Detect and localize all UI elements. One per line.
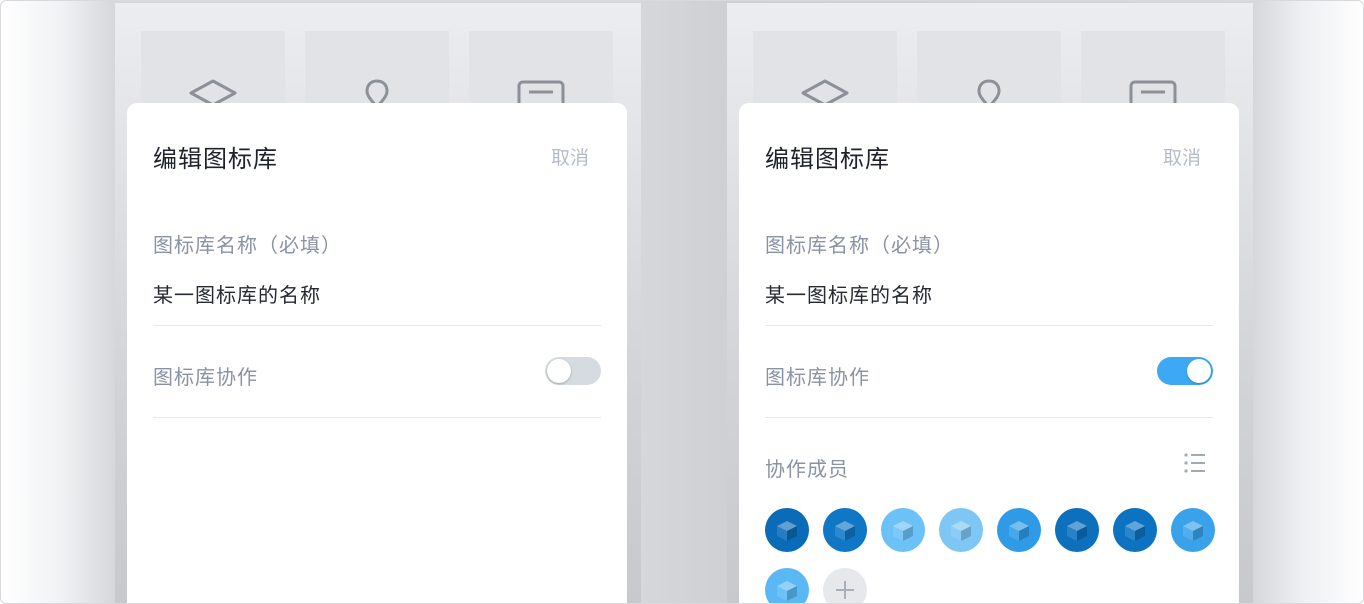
cube-icon: [1009, 521, 1029, 541]
members-label: 协作成员: [765, 457, 849, 481]
cube-icon: [1183, 521, 1203, 541]
toggle-knob: [1187, 359, 1211, 383]
sheet-title: 编辑图标库: [765, 145, 890, 173]
phone-screen-collab-off: 编辑图标库 取消 图标库名称（必填） 某一图标库的名称 图标库协作: [115, 3, 641, 603]
cube-icon: [951, 521, 971, 541]
cube-icon: [777, 581, 797, 601]
cube-icon: [893, 521, 913, 541]
phone-screen-collab-on: 编辑图标库 取消 图标库名称（必填） 某一图标库的名称 图标库协作 协作成员: [727, 3, 1253, 603]
collaboration-toggle[interactable]: [545, 357, 601, 385]
member-avatar[interactable]: [823, 508, 867, 552]
collaboration-toggle[interactable]: [1157, 357, 1213, 385]
cancel-button[interactable]: 取消: [1163, 143, 1201, 170]
member-avatar[interactable]: [1055, 508, 1099, 552]
library-name-label: 图标库名称（必填）: [153, 233, 342, 257]
cancel-button[interactable]: 取消: [551, 143, 589, 170]
edit-library-sheet: 编辑图标库 取消 图标库名称（必填） 某一图标库的名称 图标库协作 协作成员: [739, 103, 1239, 603]
toggle-knob: [547, 359, 571, 383]
member-avatar[interactable]: [881, 508, 925, 552]
divider: [765, 417, 1213, 418]
member-avatar[interactable]: [765, 568, 809, 603]
list-icon[interactable]: [1183, 451, 1207, 475]
library-name-label: 图标库名称（必填）: [765, 233, 954, 257]
library-name-input[interactable]: 某一图标库的名称: [765, 279, 933, 308]
sheet-title: 编辑图标库: [153, 145, 278, 173]
cube-icon: [1125, 521, 1145, 541]
library-name-input[interactable]: 某一图标库的名称: [153, 279, 321, 308]
divider: [153, 417, 601, 418]
screenshot-frame: 编辑图标库 取消 图标库名称（必填） 某一图标库的名称 图标库协作 编辑图标库 …: [0, 0, 1364, 604]
member-avatar[interactable]: [1113, 508, 1157, 552]
divider: [153, 325, 601, 326]
cube-icon: [1067, 521, 1087, 541]
cube-icon: [835, 521, 855, 541]
collaboration-label: 图标库协作: [153, 365, 258, 389]
divider: [765, 325, 1213, 326]
edit-library-sheet: 编辑图标库 取消 图标库名称（必填） 某一图标库的名称 图标库协作: [127, 103, 627, 603]
member-avatar[interactable]: [765, 508, 809, 552]
add-member-button[interactable]: [823, 568, 867, 603]
member-avatar[interactable]: [997, 508, 1041, 552]
cube-icon: [777, 521, 797, 541]
collaboration-label: 图标库协作: [765, 365, 870, 389]
member-avatar[interactable]: [939, 508, 983, 552]
member-avatar[interactable]: [1171, 508, 1215, 552]
